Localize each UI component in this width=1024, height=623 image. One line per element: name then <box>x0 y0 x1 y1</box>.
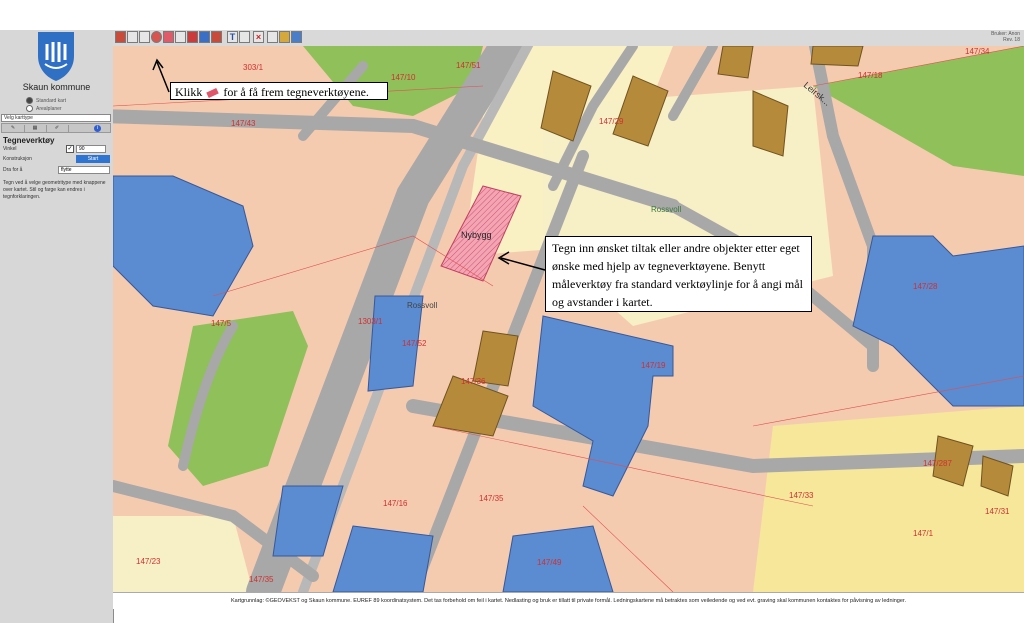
user-info: Bruker: Anon Rev. 18 <box>991 31 1020 43</box>
parcel-label: 1303/1 <box>358 317 383 326</box>
tab-layers-icon[interactable]: ▦ <box>24 125 47 132</box>
parcel-label: 147/23 <box>136 557 161 566</box>
measure-icon[interactable] <box>175 31 186 43</box>
info-icon[interactable]: i <box>94 125 101 132</box>
parcel-label: 147/34 <box>965 47 990 56</box>
parcel-label: 147/35 <box>249 575 274 584</box>
map-type-select[interactable]: Velg karttype <box>1 114 111 122</box>
arrow-tool-icon[interactable] <box>267 31 278 43</box>
parcel-label: 147/33 <box>789 491 814 500</box>
map-canvas[interactable]: 303/1 147/10 147/51 147/18 147/43 147/29… <box>113 46 1024 592</box>
radio-label: Arealplaner <box>36 105 62 112</box>
callout-text: Klikk <box>175 85 203 99</box>
parcel-label: 147/10 <box>391 73 416 82</box>
map-svg[interactable]: 303/1 147/10 147/51 147/18 147/43 147/29… <box>113 46 1024 592</box>
parcel-label: 147/16 <box>383 499 408 508</box>
building-147-19 <box>532 315 674 497</box>
left-panel: Skaun kommune Standard kart Arealplaner … <box>0 30 114 623</box>
radio-icon[interactable] <box>26 97 33 104</box>
map-toolbar: T × Bruker: Anon Rev. 18 <box>113 30 1024 47</box>
building-blue-s1 <box>272 485 344 557</box>
panel-tab-strip: ✎ ▦ ✐ i <box>1 123 111 133</box>
construction-label: Konstruksjon <box>3 156 32 162</box>
drag-mode-select[interactable]: flytte <box>58 166 110 174</box>
place-label-rossvoll: Rossvoll <box>407 301 437 310</box>
draw-pencil-icon[interactable] <box>163 31 174 43</box>
new-building-label: Nybygg <box>461 230 492 240</box>
parcel-label: 147/28 <box>913 282 938 291</box>
angle-input[interactable]: 90 <box>76 145 106 153</box>
delete-icon[interactable] <box>187 31 198 43</box>
angle-label: Vinkel <box>3 146 17 152</box>
parcel-label: 147/1 <box>913 529 934 538</box>
save-icon[interactable] <box>291 31 302 43</box>
parcel-label: 147/5 <box>211 319 232 328</box>
home-icon[interactable] <box>115 31 126 43</box>
radio-standard-map[interactable]: Standard kart <box>26 97 66 104</box>
radio-icon[interactable] <box>26 105 33 112</box>
start-button[interactable]: Start <box>76 155 110 163</box>
line-tool-icon[interactable] <box>239 31 250 43</box>
parcel-label: 147/29 <box>599 117 624 126</box>
draw-circle-icon[interactable] <box>151 31 162 43</box>
radio-label: Standard kart <box>36 97 67 104</box>
parcel-label: 147/287 <box>923 459 952 468</box>
building-blue-s2 <box>332 525 434 592</box>
place-label-rossvoll: Rossvoll <box>651 205 681 214</box>
map-footer: Kartgrunnlag: ©GEOVEKST og Skaun kommune… <box>113 592 1024 609</box>
parcel-label: 147/43 <box>231 119 256 128</box>
panel-title: Tegneverktøy <box>3 136 55 145</box>
parcel-label: 147/31 <box>985 507 1010 516</box>
parcel-label: 147/51 <box>456 61 481 70</box>
zoom-icon[interactable] <box>139 31 150 43</box>
parcel-label: 147/35 <box>479 494 504 503</box>
light-area-sw <box>113 516 253 592</box>
panel-help-text: Tegn ved å velge geometritype med knappe… <box>3 180 106 200</box>
copyright-text: Kartgrunnlag: ©GEOVEKST og Skaun kommune… <box>231 598 906 604</box>
parcel-label: 147/49 <box>537 558 562 567</box>
arrow-head <box>497 251 510 265</box>
municipality-shield-logo <box>38 32 74 81</box>
parcel-label: 147/36 <box>461 377 486 386</box>
parcel-label: 147/19 <box>641 361 666 370</box>
revision-text: Rev. 18 <box>1003 37 1020 43</box>
close-icon[interactable]: × <box>253 31 264 43</box>
parcel-label: 147/52 <box>402 339 427 348</box>
drawing-hint-callout: Tegn inn ønsket tiltak eller andre objek… <box>545 236 812 312</box>
building-blue-w <box>113 175 254 317</box>
municipality-name: Skaun kommune <box>22 82 91 92</box>
parcel-label: 147/18 <box>858 71 883 80</box>
folder-icon[interactable] <box>279 31 290 43</box>
tab-draw-icon[interactable]: ✐ <box>46 125 69 132</box>
tab-blank[interactable] <box>68 125 90 132</box>
arrow-to-toolbar <box>156 61 170 93</box>
print-icon[interactable] <box>211 31 222 43</box>
parcel-label: 303/1 <box>243 63 264 72</box>
tab-tools-icon[interactable]: ✎ <box>2 125 25 132</box>
radio-zoning-plans[interactable]: Arealplaner <box>26 105 62 112</box>
text-tool-icon[interactable]: T <box>227 31 238 43</box>
pencil-icon <box>206 88 220 99</box>
select-icon[interactable] <box>199 31 210 43</box>
toolbar-hint-callout: Klikk for å få frem tegneverktøyene. <box>170 82 388 100</box>
drag-to-label: Dra for å <box>3 167 23 173</box>
pan-icon[interactable] <box>127 31 138 43</box>
callout-text: for å få frem tegneverktøyene. <box>223 85 369 99</box>
angle-checkbox[interactable]: ✓ <box>66 145 74 153</box>
